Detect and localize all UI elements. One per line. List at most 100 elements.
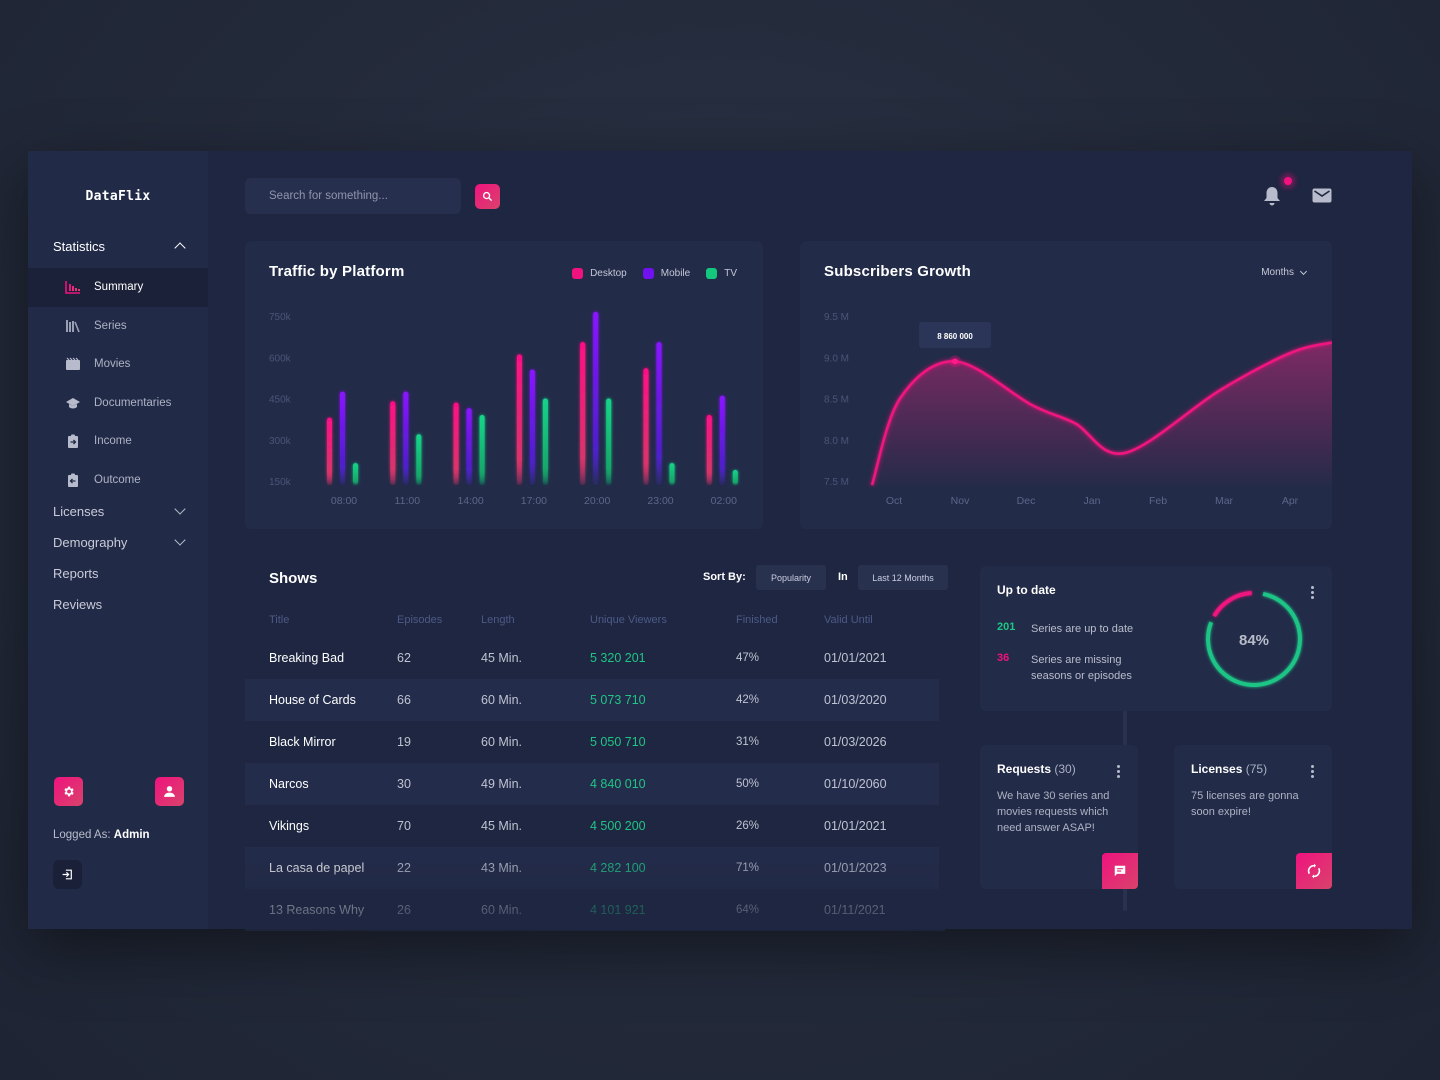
notification-dot	[1284, 177, 1292, 185]
licenses-menu-icon[interactable]	[1311, 765, 1315, 778]
bar-desktop[interactable]	[390, 401, 396, 485]
settings-button[interactable]	[54, 777, 83, 806]
table-row[interactable]: Vikings 70 45 Min. 4 500 200 26% 01/01/2021	[245, 805, 939, 847]
cell-length: 60 Min.	[481, 735, 522, 749]
notifications-button[interactable]	[1263, 186, 1281, 211]
col-length[interactable]: Length	[481, 614, 590, 626]
shows-table: Title Episodes Length Unique Viewers Fin…	[245, 603, 939, 931]
search-input[interactable]	[245, 178, 461, 214]
uptodate-card: Up to date 201 Series are up to date 36 …	[980, 566, 1332, 711]
bar-mobile[interactable]	[466, 408, 472, 485]
bar-desktop[interactable]	[327, 417, 332, 485]
chat-icon	[1114, 865, 1126, 877]
bar-chart-icon	[65, 280, 81, 295]
x-tick-label: Apr	[1282, 495, 1299, 507]
sidebar-item-summary[interactable]: Summary	[28, 268, 208, 307]
licenses-card: Licenses (75) 75 licenses are gonna soon…	[1174, 745, 1332, 889]
nav-statistics-toggle[interactable]: Statistics	[28, 231, 208, 261]
col-valid-until[interactable]: Valid Until	[824, 614, 924, 626]
nav-reviews[interactable]: Reviews	[28, 589, 208, 619]
y-tick-label: 7.5 M	[824, 477, 849, 488]
cell-valid-until: 01/01/2021	[824, 819, 887, 833]
logged-user: Admin	[113, 829, 150, 841]
bar-tv[interactable]	[353, 463, 358, 485]
bar-tv[interactable]	[732, 470, 738, 485]
cell-episodes: 30	[397, 777, 411, 791]
renew-licenses-button[interactable]	[1296, 853, 1332, 889]
range-dropdown[interactable]: Last 12 Months	[858, 565, 948, 590]
nav-demography-toggle[interactable]: Demography	[28, 527, 208, 557]
table-row[interactable]: La casa de papel 22 43 Min. 4 282 100 71% 01/…	[245, 847, 939, 889]
nav-groups: Licenses Demography Reports Reviews	[28, 496, 208, 619]
bar-desktop[interactable]	[516, 354, 522, 486]
table-row[interactable]: Black Mirror 19 60 Min. 5 050 710 31% 01/03/2…	[245, 721, 939, 763]
stat-uptodate: 201 Series are up to date	[997, 621, 1133, 637]
logout-button[interactable]	[53, 860, 82, 889]
bar-tv[interactable]	[416, 434, 422, 485]
highlight-point[interactable]	[952, 358, 958, 365]
table-row[interactable]: House of Cards 66 60 Min. 5 073 710 42% 01/03…	[245, 679, 939, 721]
bar-tv[interactable]	[542, 398, 548, 486]
uptodate-menu-icon[interactable]	[1311, 586, 1315, 599]
bar-mobile[interactable]	[593, 311, 599, 485]
sort-by-dropdown[interactable]: Popularity	[756, 565, 826, 590]
bar-mobile[interactable]	[719, 395, 725, 485]
stat-missing: 36 Series are missing seasons or episode…	[997, 652, 1167, 684]
table-row[interactable]: Breaking Bad 62 45 Min. 5 320 201 47% 01/01/2…	[245, 637, 939, 679]
nav-demography-label: Demography	[53, 534, 128, 550]
cell-valid-until: 01/01/2023	[824, 861, 887, 875]
gear-icon	[64, 786, 74, 797]
messages-button[interactable]	[1312, 188, 1332, 208]
sidebar-item-outcome[interactable]: Outcome	[28, 461, 208, 500]
cell-valid-until: 01/03/2026	[824, 735, 887, 749]
col-finished[interactable]: Finished	[736, 614, 824, 626]
bar-tv[interactable]	[669, 463, 675, 485]
stat-value: 201	[997, 621, 1016, 633]
sidebar-item-income[interactable]: Income	[28, 422, 208, 461]
nav-licenses-label: Licenses	[53, 503, 105, 519]
col-title[interactable]: Title	[245, 614, 397, 626]
y-tick-label: 750k	[269, 312, 292, 323]
cell-title: 13 Reasons Why	[269, 903, 365, 917]
x-tick-label: 08:00	[331, 495, 357, 507]
donut-segment-missing	[1212, 591, 1252, 618]
bar-desktop[interactable]	[643, 368, 649, 485]
table-header: Title Episodes Length Unique Viewers Fin…	[245, 603, 939, 637]
in-label: In	[838, 571, 848, 583]
requests-menu-icon[interactable]	[1117, 765, 1121, 778]
bar-tv[interactable]	[606, 398, 612, 486]
requests-count: (30)	[1054, 762, 1076, 776]
cell-episodes: 70	[397, 819, 411, 833]
bar-mobile[interactable]	[403, 391, 409, 485]
bar-mobile[interactable]	[340, 391, 345, 485]
bar-desktop[interactable]	[706, 415, 712, 485]
licenses-text: 75 licenses are gonna soon expire!	[1191, 790, 1299, 818]
sidebar-item-documentaries[interactable]: Documentaries	[28, 384, 208, 423]
bar-desktop[interactable]	[453, 402, 459, 485]
search-button[interactable]	[475, 184, 500, 209]
table-row[interactable]: 13 Reasons Why 26 60 Min. 4 101 921 64% 01/11…	[245, 889, 939, 931]
cell-finished: 42%	[736, 694, 760, 706]
bar-desktop[interactable]	[580, 342, 586, 485]
profile-button[interactable]	[155, 777, 184, 806]
col-episodes[interactable]: Episodes	[397, 614, 481, 626]
sidebar-item-series[interactable]: Series	[28, 307, 208, 346]
cell-title: Breaking Bad	[269, 651, 345, 665]
graduation-cap-icon	[65, 396, 81, 410]
reply-requests-button[interactable]	[1102, 853, 1138, 889]
cell-title: Black Mirror	[269, 735, 336, 749]
dashboard-window: DataFlix Statistics Summary Series Movie…	[28, 151, 1412, 931]
cell-finished: 71%	[736, 862, 760, 874]
bar-mobile[interactable]	[529, 369, 535, 485]
bar-mobile[interactable]	[656, 342, 662, 485]
x-tick-label: Dec	[1017, 495, 1036, 507]
bar-tv[interactable]	[479, 415, 485, 485]
table-row[interactable]: Narcos 30 49 Min. 4 840 010 50% 01/10/2060	[245, 763, 939, 805]
nav-licenses-toggle[interactable]: Licenses	[28, 496, 208, 526]
sidebar-item-movies[interactable]: Movies	[28, 345, 208, 384]
chevron-down-icon	[174, 534, 186, 546]
nav-reports[interactable]: Reports	[28, 558, 208, 588]
col-unique-viewers[interactable]: Unique Viewers	[590, 614, 736, 626]
cell-length: 43 Min.	[481, 861, 522, 875]
cell-unique-viewers: 4 282 100	[590, 861, 646, 875]
